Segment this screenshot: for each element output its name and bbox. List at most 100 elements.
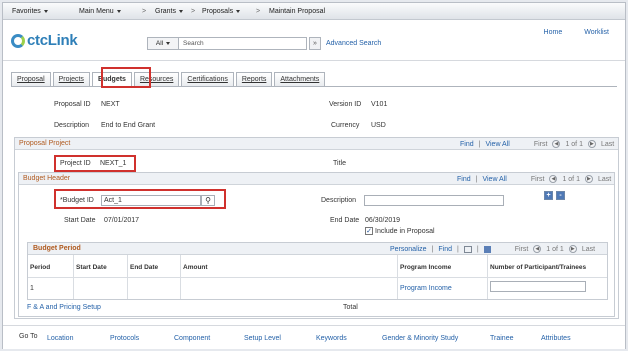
breadcrumb-maintain-proposal: Maintain Proposal <box>269 8 325 15</box>
budget-id-field[interactable]: Act_1 <box>101 195 201 206</box>
magnifier-icon: ⚲ <box>205 196 211 205</box>
previous-icon[interactable]: ◀ <box>549 175 558 183</box>
proposal-id-label: Proposal ID <box>54 101 91 108</box>
tab-proposal[interactable]: Proposal <box>11 72 51 86</box>
project-id-value: NEXT_1 <box>100 160 127 167</box>
column-header-participants: Number of Participant/Trainees <box>490 264 587 271</box>
record-counter: 1 of 1 <box>565 140 583 148</box>
breadcrumb-proposals[interactable]: Proposals <box>202 7 241 15</box>
download-icon[interactable] <box>483 245 491 253</box>
worklist-link[interactable]: Worklist <box>584 29 609 36</box>
main-menu[interactable]: Main Menu <box>79 8 121 15</box>
nav-divider: | <box>457 245 459 253</box>
breadcrumb-separator: > <box>256 7 261 15</box>
goto-setup-level-link[interactable]: Setup Level <box>244 335 281 342</box>
find-link[interactable]: Find <box>460 141 474 148</box>
delete-row-button[interactable]: - <box>556 191 565 200</box>
favorites-menu[interactable]: Favorites <box>12 8 48 15</box>
view-grid-icon[interactable] <box>463 245 472 253</box>
budget-period-title: Budget Period <box>33 245 81 252</box>
breadcrumb-grants[interactable]: Grants <box>155 8 184 15</box>
goto-gender-minority-link[interactable]: Gender & Minority Study <box>382 335 458 342</box>
currency-value: USD <box>371 122 386 129</box>
budget-description-field[interactable] <box>364 195 504 206</box>
fa-pricing-setup-link[interactable]: F & A and Pricing Setup <box>27 304 101 311</box>
budget-header-nav: Find | View All First ◀ 1 of 1 ▶ Last <box>457 175 611 183</box>
tab-budgets[interactable]: Budgets <box>91 72 132 86</box>
plus-icon: + <box>546 192 551 199</box>
breadcrumb-label: Maintain Proposal <box>269 7 326 15</box>
total-label: Total <box>343 304 358 311</box>
home-link[interactable]: Home <box>544 29 563 36</box>
next-icon[interactable]: ▶ <box>587 140 596 148</box>
app-window: Favorites Main Menu > Grants > Proposals… <box>2 2 626 349</box>
proposal-project-title: Proposal Project <box>19 140 71 147</box>
goto-location-link[interactable]: Location <box>47 335 73 342</box>
next-icon[interactable]: ▶ <box>584 175 593 183</box>
previous-icon[interactable]: ◀ <box>533 245 542 253</box>
participants-field[interactable] <box>490 281 586 292</box>
logo-text: ctcLink <box>27 32 78 49</box>
column-header-start-date: Start Date <box>76 264 107 271</box>
goto-protocols-link[interactable]: Protocols <box>110 335 139 342</box>
budget-header-section: Budget Header Find | View All First ◀ 1 … <box>18 172 615 317</box>
start-date-value: 07/01/2017 <box>104 217 140 224</box>
chevron-down-icon <box>179 9 184 13</box>
budget-header-title: Budget Header <box>23 175 71 182</box>
main-menu-label: Main Menu <box>79 7 114 15</box>
top-nav-bar: Favorites Main Menu > Grants > Proposals… <box>3 3 625 20</box>
proposal-project-header: Proposal Project Find | View All First ◀… <box>15 138 618 150</box>
include-in-proposal-checkbox[interactable]: ✓ Include in Proposal <box>365 227 435 235</box>
column-header-period: Period <box>30 264 51 271</box>
goto-keywords-link[interactable]: Keywords <box>316 335 347 342</box>
currency-label: Currency <box>331 122 360 129</box>
header-links: Home Worklist <box>544 29 609 36</box>
first-label: First <box>533 140 548 148</box>
budget-period-grid: Budget Period Personalize | Find | | Fir… <box>27 242 608 300</box>
description-value: End to End Grant <box>101 122 156 129</box>
budget-id-lookup-button[interactable]: ⚲ <box>201 195 215 206</box>
next-icon[interactable]: ▶ <box>568 245 577 253</box>
search-scope-select[interactable]: All <box>147 37 179 50</box>
include-in-proposal-label: Include in Proposal <box>375 227 435 235</box>
chevron-down-icon <box>236 9 241 13</box>
find-link[interactable]: Find <box>457 176 471 183</box>
tab-projects[interactable]: Projects <box>52 72 90 86</box>
budget-id-value: Act_1 <box>104 197 122 204</box>
tab-reports[interactable]: Reports <box>235 72 273 86</box>
record-counter: 1 of 1 <box>562 175 580 183</box>
tab-bar: Proposal Projects Budgets Resources Cert… <box>11 72 326 86</box>
personalize-link[interactable]: Personalize <box>390 246 427 253</box>
header: ctcLink All Search » Advanced Search Hom… <box>3 21 625 61</box>
advanced-search-link[interactable]: Advanced Search <box>326 40 381 47</box>
view-all-link[interactable]: View All <box>485 141 509 148</box>
tab-attachments[interactable]: Attachments <box>274 72 326 86</box>
search-go-button[interactable]: » <box>309 37 321 50</box>
table-row: 1 Program Income <box>28 277 607 299</box>
breadcrumb-label: Proposals <box>202 7 234 15</box>
title-label: Title <box>333 160 346 167</box>
nav-divider: | <box>475 175 478 183</box>
search-input[interactable]: Search <box>179 37 307 50</box>
goto-component-link[interactable]: Component <box>174 335 210 342</box>
logo-mark-icon <box>11 33 25 48</box>
tab-resources[interactable]: Resources <box>133 72 180 86</box>
budget-id-label: *Budget ID <box>60 197 94 204</box>
end-date-value: 06/30/2019 <box>365 217 401 224</box>
program-income-link[interactable]: Program Income <box>400 285 452 292</box>
column-header-program-income: Program Income <box>400 264 452 271</box>
goto-trainee-link[interactable]: Trainee <box>490 335 513 342</box>
goto-bar: Go To Location Protocols Component Setup… <box>3 325 625 349</box>
find-link[interactable]: Find <box>438 246 452 253</box>
add-row-button[interactable]: + <box>544 191 553 200</box>
proposal-id-value: NEXT <box>101 101 120 108</box>
search-placeholder: Search <box>183 40 204 47</box>
version-id-value: V101 <box>371 101 388 108</box>
first-label: First <box>530 175 545 183</box>
view-all-link[interactable]: View All <box>482 176 506 183</box>
nav-divider: | <box>431 245 434 253</box>
previous-icon[interactable]: ◀ <box>552 140 561 148</box>
last-label: Last <box>581 245 596 253</box>
tab-certifications[interactable]: Certifications <box>181 72 234 86</box>
goto-attributes-link[interactable]: Attributes <box>541 335 571 342</box>
